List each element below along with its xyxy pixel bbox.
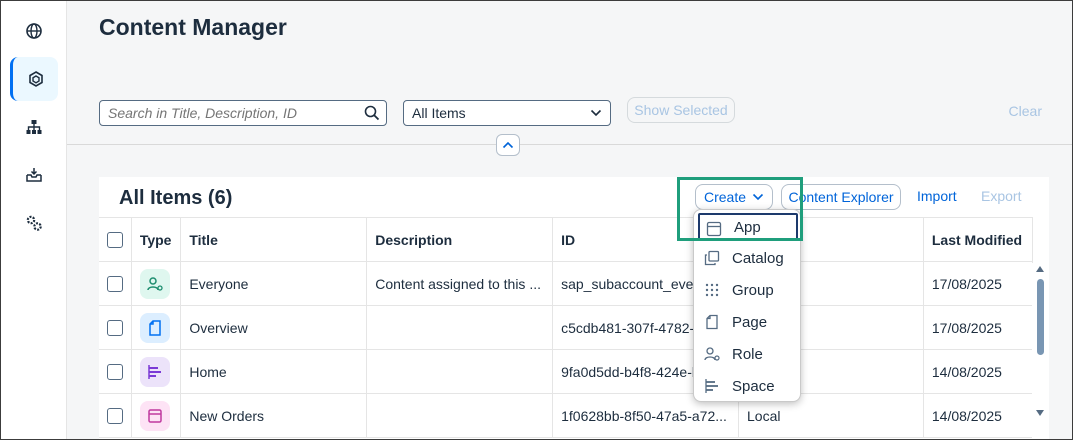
menu-item-label: Page: [732, 313, 768, 331]
table-scrollbar[interactable]: [1032, 263, 1046, 439]
row-checkbox[interactable]: [107, 276, 123, 293]
app-icon: [706, 221, 722, 237]
chevron-down-icon: [590, 109, 602, 117]
last-modified-cell: 14/08/2025: [923, 349, 1034, 394]
last-modified-cell: 14/08/2025: [923, 393, 1034, 438]
content-explorer-button[interactable]: Content Explorer: [781, 184, 901, 210]
items-filter-select[interactable]: All Items: [403, 100, 611, 126]
export-button[interactable]: Export: [981, 184, 1021, 210]
page-header: Content Manager All Items Show Selected …: [67, 1, 1072, 145]
menu-item-catalog[interactable]: Catalog: [698, 244, 798, 272]
description-cell: [366, 305, 554, 350]
menu-item-label: Space: [732, 377, 775, 395]
page-title: Content Manager: [99, 14, 287, 40]
scrollbar-thumb[interactable]: [1037, 279, 1044, 355]
globe-icon: [26, 23, 42, 39]
role-icon: [139, 268, 170, 299]
items-panel: All Items (6) Create Content Explorer Im…: [99, 177, 1049, 439]
table-row[interactable]: Home 9fa0d5dd-b4f8-424e-b 14/08/2025: [99, 349, 1034, 394]
hierarchy-icon: [26, 120, 42, 134]
panel-title: All Items (6): [119, 187, 233, 209]
title-cell: Home: [180, 349, 368, 394]
description-cell: [366, 393, 554, 438]
space-icon: [705, 379, 718, 393]
collapse-header-button[interactable]: [496, 134, 520, 156]
items-table: Type Title Description ID Last Modified …: [99, 217, 1034, 438]
sidebar-item-inbox[interactable]: [10, 153, 58, 197]
settings-gears-icon: [26, 215, 42, 231]
type-cell: [131, 305, 182, 350]
type-cell: [131, 349, 182, 394]
row-select-cell[interactable]: [99, 261, 132, 306]
column-header-description[interactable]: Description: [366, 217, 554, 262]
menu-item-page[interactable]: Page: [698, 308, 798, 336]
create-button-label: Create: [704, 189, 747, 205]
clear-button[interactable]: Clear: [1009, 103, 1042, 119]
menu-item-space[interactable]: Space: [698, 372, 798, 400]
space-icon: [139, 356, 170, 387]
last-modified-cell: 17/08/2025: [923, 305, 1034, 350]
search-input[interactable]: [100, 101, 350, 125]
menu-item-app[interactable]: App: [698, 213, 798, 241]
last-modified-cell: 17/08/2025: [923, 261, 1034, 306]
menu-item-label: Catalog: [732, 249, 784, 267]
type-cell: [131, 261, 182, 306]
search-icon[interactable]: [364, 105, 380, 121]
scroll-down-arrow-icon[interactable]: [1035, 409, 1045, 417]
page-icon: [706, 314, 718, 330]
items-filter-value: All Items: [412, 105, 466, 121]
chevron-down-icon: [752, 193, 764, 201]
row-select-cell[interactable]: [99, 393, 132, 438]
sidebar-item-globe[interactable]: [10, 9, 58, 53]
table-row[interactable]: New Orders 1f0628bb-8f50-47a5-a72... Loc…: [99, 393, 1034, 438]
import-button[interactable]: Import: [917, 184, 957, 210]
sidebar-item-hierarchy[interactable]: [10, 105, 58, 149]
row-checkbox[interactable]: [107, 408, 123, 425]
title-cell: Overview: [180, 305, 368, 350]
catalog-icon: [704, 250, 720, 266]
show-selected-button[interactable]: Show Selected: [627, 97, 735, 123]
column-header-title[interactable]: Title: [180, 217, 368, 262]
table-header-row: Type Title Description ID Last Modified: [99, 217, 1034, 262]
column-header-type[interactable]: Type: [131, 217, 182, 262]
content-manager-icon: [28, 71, 43, 87]
page-icon: [139, 312, 170, 343]
select-all-checkbox[interactable]: [107, 232, 123, 249]
description-cell: [366, 349, 554, 394]
row-checkbox[interactable]: [107, 364, 123, 381]
row-select-cell[interactable]: [99, 305, 132, 350]
sidebar-item-settings[interactable]: [10, 201, 58, 245]
description-cell: Content assigned to this ...: [366, 261, 554, 306]
type-cell: [131, 393, 182, 438]
role-icon: [704, 347, 720, 361]
app-icon: [139, 400, 170, 431]
sidebar-item-content-manager[interactable]: [10, 57, 58, 101]
create-button[interactable]: Create: [695, 184, 773, 210]
table-row[interactable]: Everyone Content assigned to this ... sa…: [99, 261, 1034, 306]
table-row[interactable]: Overview c5cdb481-307f-4782-a 17/08/2025: [99, 305, 1034, 350]
menu-item-group[interactable]: Group: [698, 276, 798, 304]
create-menu: App Catalog Group Page Role Space: [693, 209, 801, 402]
row-select-cell[interactable]: [99, 349, 132, 394]
menu-item-role[interactable]: Role: [698, 340, 798, 368]
column-header-last-modified[interactable]: Last Modified: [923, 217, 1034, 262]
search-field[interactable]: [99, 100, 387, 126]
select-all-cell[interactable]: [99, 217, 132, 262]
group-grid-icon: [705, 283, 719, 297]
inbox-download-icon: [26, 168, 42, 182]
menu-item-label: App: [734, 218, 761, 236]
scroll-up-arrow-icon[interactable]: [1035, 265, 1045, 273]
menu-item-label: Role: [732, 345, 763, 363]
chevron-up-icon: [502, 141, 514, 149]
title-cell: Everyone: [180, 261, 368, 306]
app-window: Content Manager All Items Show Selected …: [0, 0, 1073, 440]
menu-item-label: Group: [732, 281, 774, 299]
title-cell: New Orders: [180, 393, 368, 438]
row-checkbox[interactable]: [107, 320, 123, 337]
side-navigation: [1, 1, 67, 439]
